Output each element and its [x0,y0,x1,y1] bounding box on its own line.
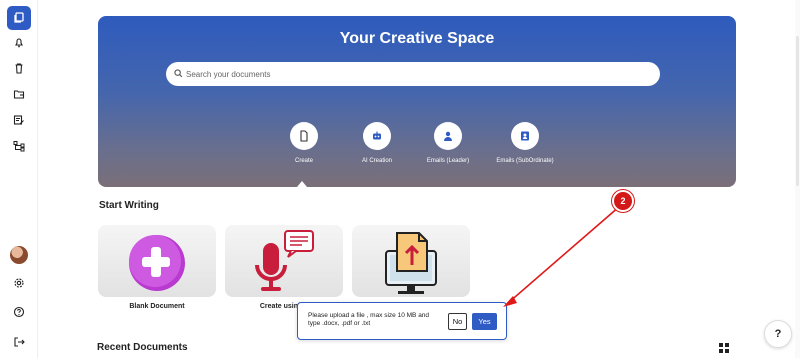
scrollbar-thumb[interactable] [796,36,799,186]
create-using-speech-card[interactable] [225,225,343,297]
upload-file-icon [385,232,437,294]
sidebar-item-settings[interactable] [7,271,31,295]
search-bar [166,62,660,86]
recent-documents-heading: Recent Documents [97,342,188,353]
blank-document-card[interactable] [98,225,216,297]
trash-icon [15,63,23,74]
upload-confirm-message: Please upload a file , max size 10 MB an… [308,312,430,327]
hierarchy-icon [13,141,25,152]
sidebar-item-help[interactable] [7,300,31,324]
notification-icon [15,38,23,48]
yes-button[interactable]: Yes [472,313,497,330]
creative-space-banner: Your Creative Space Create AI Creation E… [98,16,736,187]
id-badge-icon [521,131,529,141]
step-badge: 2 [612,190,634,212]
grid-view-icon[interactable] [719,343,729,353]
start-writing-heading: Start Writing [99,200,159,211]
documents-icon [14,12,24,23]
selected-indicator [297,181,307,187]
robot-icon [373,131,381,140]
search-icon [174,69,183,78]
sidebar-item-logout[interactable] [7,330,31,354]
edit-note-icon [13,115,24,125]
settings-icon [14,278,24,288]
option-ai-circle [363,122,391,150]
avatar[interactable] [10,246,28,264]
page-title: Your Creative Space [339,30,495,47]
upload-file-card[interactable] [352,225,470,297]
search-input[interactable] [186,62,646,86]
option-emails-subordinate[interactable]: Emails (SubOrdinate) [475,122,575,164]
sidebar-item-hierarchy[interactable] [7,134,31,158]
sidebar-item-folder[interactable] [7,82,31,106]
option-emails-subordinate-label: Emails (SubOrdinate) [496,158,554,164]
sidebar-item-trash[interactable] [7,56,31,80]
option-create-circle [290,122,318,150]
sidebar-item-notifications[interactable] [7,30,31,54]
folder-icon [13,90,25,99]
option-subordinate-circle [511,122,539,150]
sidebar [0,0,38,358]
sidebar-item-documents[interactable] [7,6,31,30]
help-circle-icon [13,306,25,318]
microphone-icon [255,230,314,291]
upload-confirm-popup: Please upload a file , max size 10 MB an… [297,302,507,340]
sidebar-item-edit-note[interactable] [7,108,31,132]
no-button[interactable]: No [448,313,467,330]
logout-icon [14,337,25,347]
help-button[interactable]: ? [764,320,792,348]
file-icon [300,130,308,142]
plus-icon [129,235,185,291]
blank-document-label: Blank Document [129,303,185,310]
option-leader-circle [434,122,462,150]
person-icon [444,131,452,141]
